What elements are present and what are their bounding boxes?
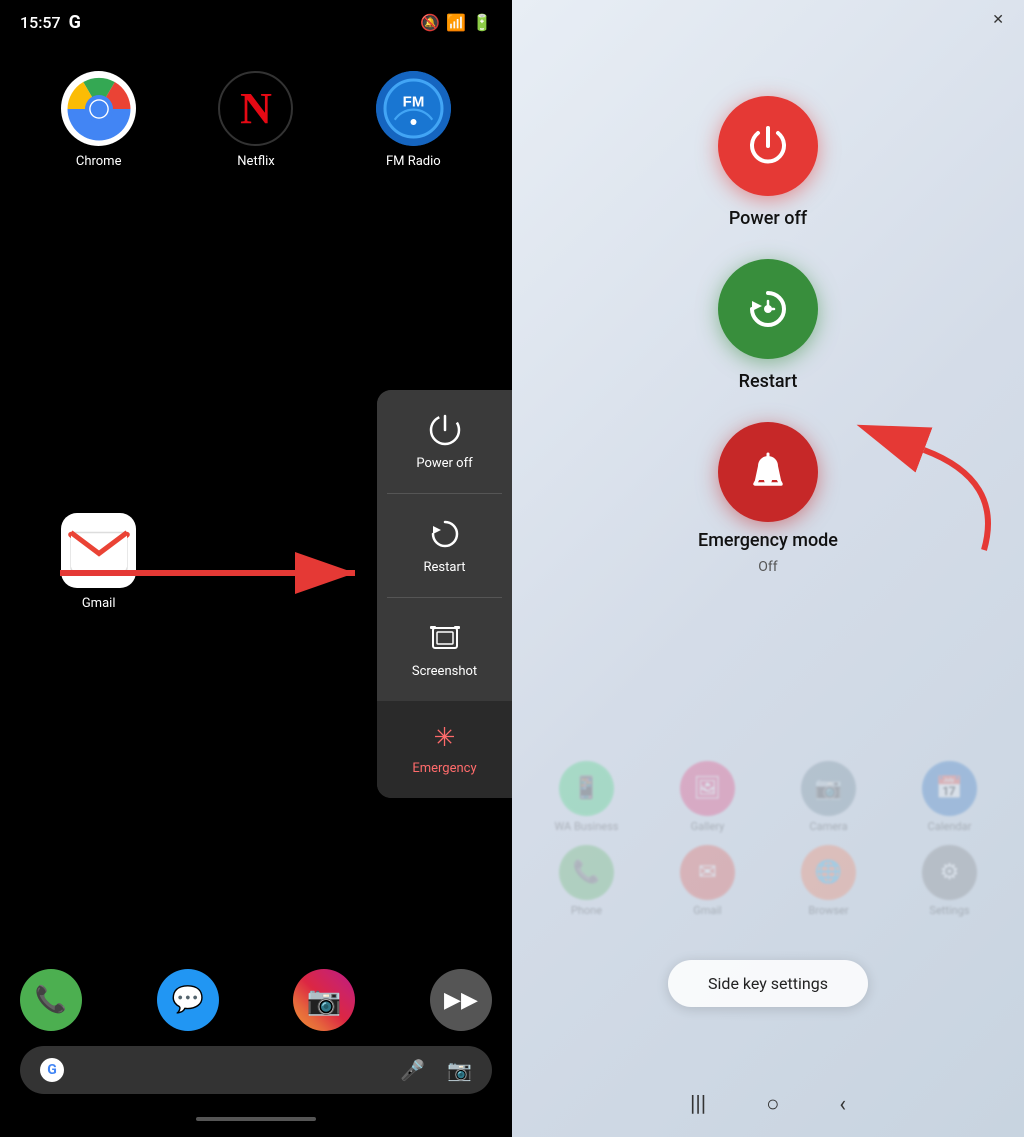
emergency-mode-button[interactable]: Emergency mode Off	[698, 422, 838, 575]
dock-instagram[interactable]: 📷	[293, 969, 355, 1031]
svg-text:FM: FM	[402, 93, 424, 110]
status-bar: 15:57 G 🔕 📶 🔋	[0, 0, 512, 41]
fm-icon-circle: FM	[376, 71, 451, 146]
emergency-large-icon	[742, 446, 794, 498]
back-button[interactable]: ‹	[839, 1092, 846, 1117]
power-off-button[interactable]: Power off	[718, 96, 818, 229]
side-key-settings[interactable]: Side key settings	[668, 960, 868, 1007]
restart-large-icon	[742, 283, 794, 335]
emergency-menu-item[interactable]: ✳ Emergency	[377, 701, 512, 798]
emergency-circle	[718, 422, 818, 522]
dock-assistant[interactable]: ▶▶	[430, 969, 492, 1031]
emergency-menu-label: Emergency	[412, 761, 476, 776]
arrow-right-indicator	[824, 400, 1004, 564]
power-off-circle	[718, 96, 818, 196]
power-off-menu-label: Power off	[416, 456, 472, 471]
mic-icon[interactable]: 🎤	[400, 1058, 425, 1082]
screenshot-menu-label: Screenshot	[412, 664, 477, 679]
search-bar[interactable]: G 🎤 📷	[20, 1046, 492, 1094]
emergency-mode-label: Emergency mode	[698, 530, 838, 551]
battery-icon: 🔋	[472, 13, 492, 32]
home-button[interactable]: ○	[766, 1091, 779, 1117]
restart-label: Restart	[739, 371, 798, 392]
signal-icon: 📶	[446, 13, 466, 32]
g-icon: G	[69, 12, 81, 33]
recent-apps-icon[interactable]: |||	[690, 1092, 706, 1117]
emergency-mode-sublabel: Off	[758, 559, 777, 575]
silent-icon: 🔕	[420, 13, 440, 32]
home-indicator	[0, 1109, 512, 1137]
restart-button[interactable]: Restart	[718, 259, 818, 392]
dock-phone[interactable]: 📞	[20, 969, 82, 1031]
chrome-label: Chrome	[76, 154, 122, 169]
arrow-left-indicator	[60, 548, 370, 602]
dock: 📞 💬 📷 ▶▶	[0, 954, 512, 1046]
bg-app-grid: 📱 WA Business 🖼 Gallery 📷 Camera 📅 Calen…	[532, 761, 1004, 917]
restart-menu-label: Restart	[424, 560, 466, 575]
dock-messages[interactable]: 💬	[157, 969, 219, 1031]
screenshot-icon	[427, 620, 463, 656]
app-netflix[interactable]: N Netflix	[187, 71, 324, 493]
app-chrome[interactable]: Chrome	[30, 71, 167, 493]
restart-icon	[427, 516, 463, 552]
lens-icon[interactable]: 📷	[447, 1058, 472, 1082]
power-menu: Power off Restart Screensh	[377, 390, 512, 798]
right-status-icons: ✕	[992, 12, 1004, 28]
right-status-bar: ✕	[512, 0, 1024, 36]
chrome-logo	[64, 74, 134, 144]
netflix-icon-circle: N	[218, 71, 293, 146]
netflix-label: Netflix	[237, 154, 274, 169]
bottom-navigation: ||| ○ ‹	[690, 1091, 846, 1117]
screenshot-menu-item[interactable]: Screenshot	[377, 598, 512, 701]
left-panel: 15:57 G 🔕 📶 🔋	[0, 0, 512, 1137]
fm-label: FM Radio	[386, 154, 441, 169]
restart-circle	[718, 259, 818, 359]
restart-menu-item[interactable]: Restart	[377, 494, 512, 597]
clock: 15:57	[20, 13, 61, 32]
emergency-icon: ✳	[434, 723, 456, 753]
power-off-icon	[427, 412, 463, 448]
right-panel: ✕ 📱 WA Business 🖼 Gallery 📷 Camera 📅 Ca	[512, 0, 1024, 1137]
chrome-icon-circle	[61, 71, 136, 146]
fm-logo: FM	[376, 71, 451, 146]
power-off-label: Power off	[729, 208, 807, 229]
power-off-large-icon	[742, 120, 794, 172]
google-g-icon: G	[40, 1058, 64, 1082]
power-off-menu-item[interactable]: Power off	[377, 390, 512, 493]
